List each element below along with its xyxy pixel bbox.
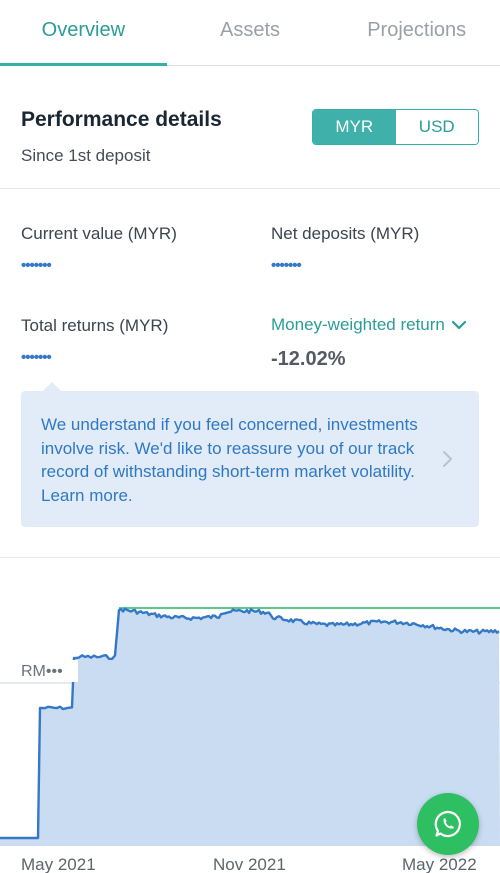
callout-text: We understand if you feel concerned, inv… xyxy=(41,415,418,505)
x-tick-label: May 2022 xyxy=(402,855,477,873)
currency-myr-button[interactable]: MYR xyxy=(313,110,396,144)
chevron-down-icon xyxy=(451,320,466,330)
tab-bar: Overview Assets Projections xyxy=(0,0,500,66)
whatsapp-button[interactable] xyxy=(417,793,479,855)
performance-title: Performance details xyxy=(21,108,222,131)
money-weighted-return-label: Money-weighted return xyxy=(271,315,445,334)
money-weighted-return-value: -12.02% xyxy=(271,348,346,370)
currency-usd-button[interactable]: USD xyxy=(395,110,478,144)
section-divider-2 xyxy=(0,557,500,558)
currency-toggle: MYR USD xyxy=(312,109,479,145)
performance-subtitle: Since 1st deposit xyxy=(21,146,151,165)
money-weighted-return-dropdown[interactable]: Money-weighted return xyxy=(271,315,467,335)
total-returns-masked: ••••••• xyxy=(21,349,52,366)
tab-overview[interactable]: Overview xyxy=(0,0,167,66)
x-tick-label: Nov 2021 xyxy=(213,855,286,873)
chart-y-label: RM••• xyxy=(21,663,63,680)
tab-assets[interactable]: Assets xyxy=(167,0,334,65)
current-value-label: Current value (MYR) xyxy=(21,224,177,243)
net-deposits-masked: ••••••• xyxy=(271,257,302,274)
whatsapp-icon xyxy=(434,810,461,838)
chevron-right-icon xyxy=(443,451,452,467)
tab-projections[interactable]: Projections xyxy=(333,0,500,65)
x-tick-label: May 2021 xyxy=(21,855,96,873)
current-value-masked: ••••••• xyxy=(21,257,52,274)
total-returns-label: Total returns (MYR) xyxy=(21,316,169,335)
section-divider xyxy=(0,188,500,189)
reassurance-callout[interactable]: We understand if you feel concerned, inv… xyxy=(21,382,479,527)
net-deposits-label: Net deposits (MYR) xyxy=(271,224,420,243)
